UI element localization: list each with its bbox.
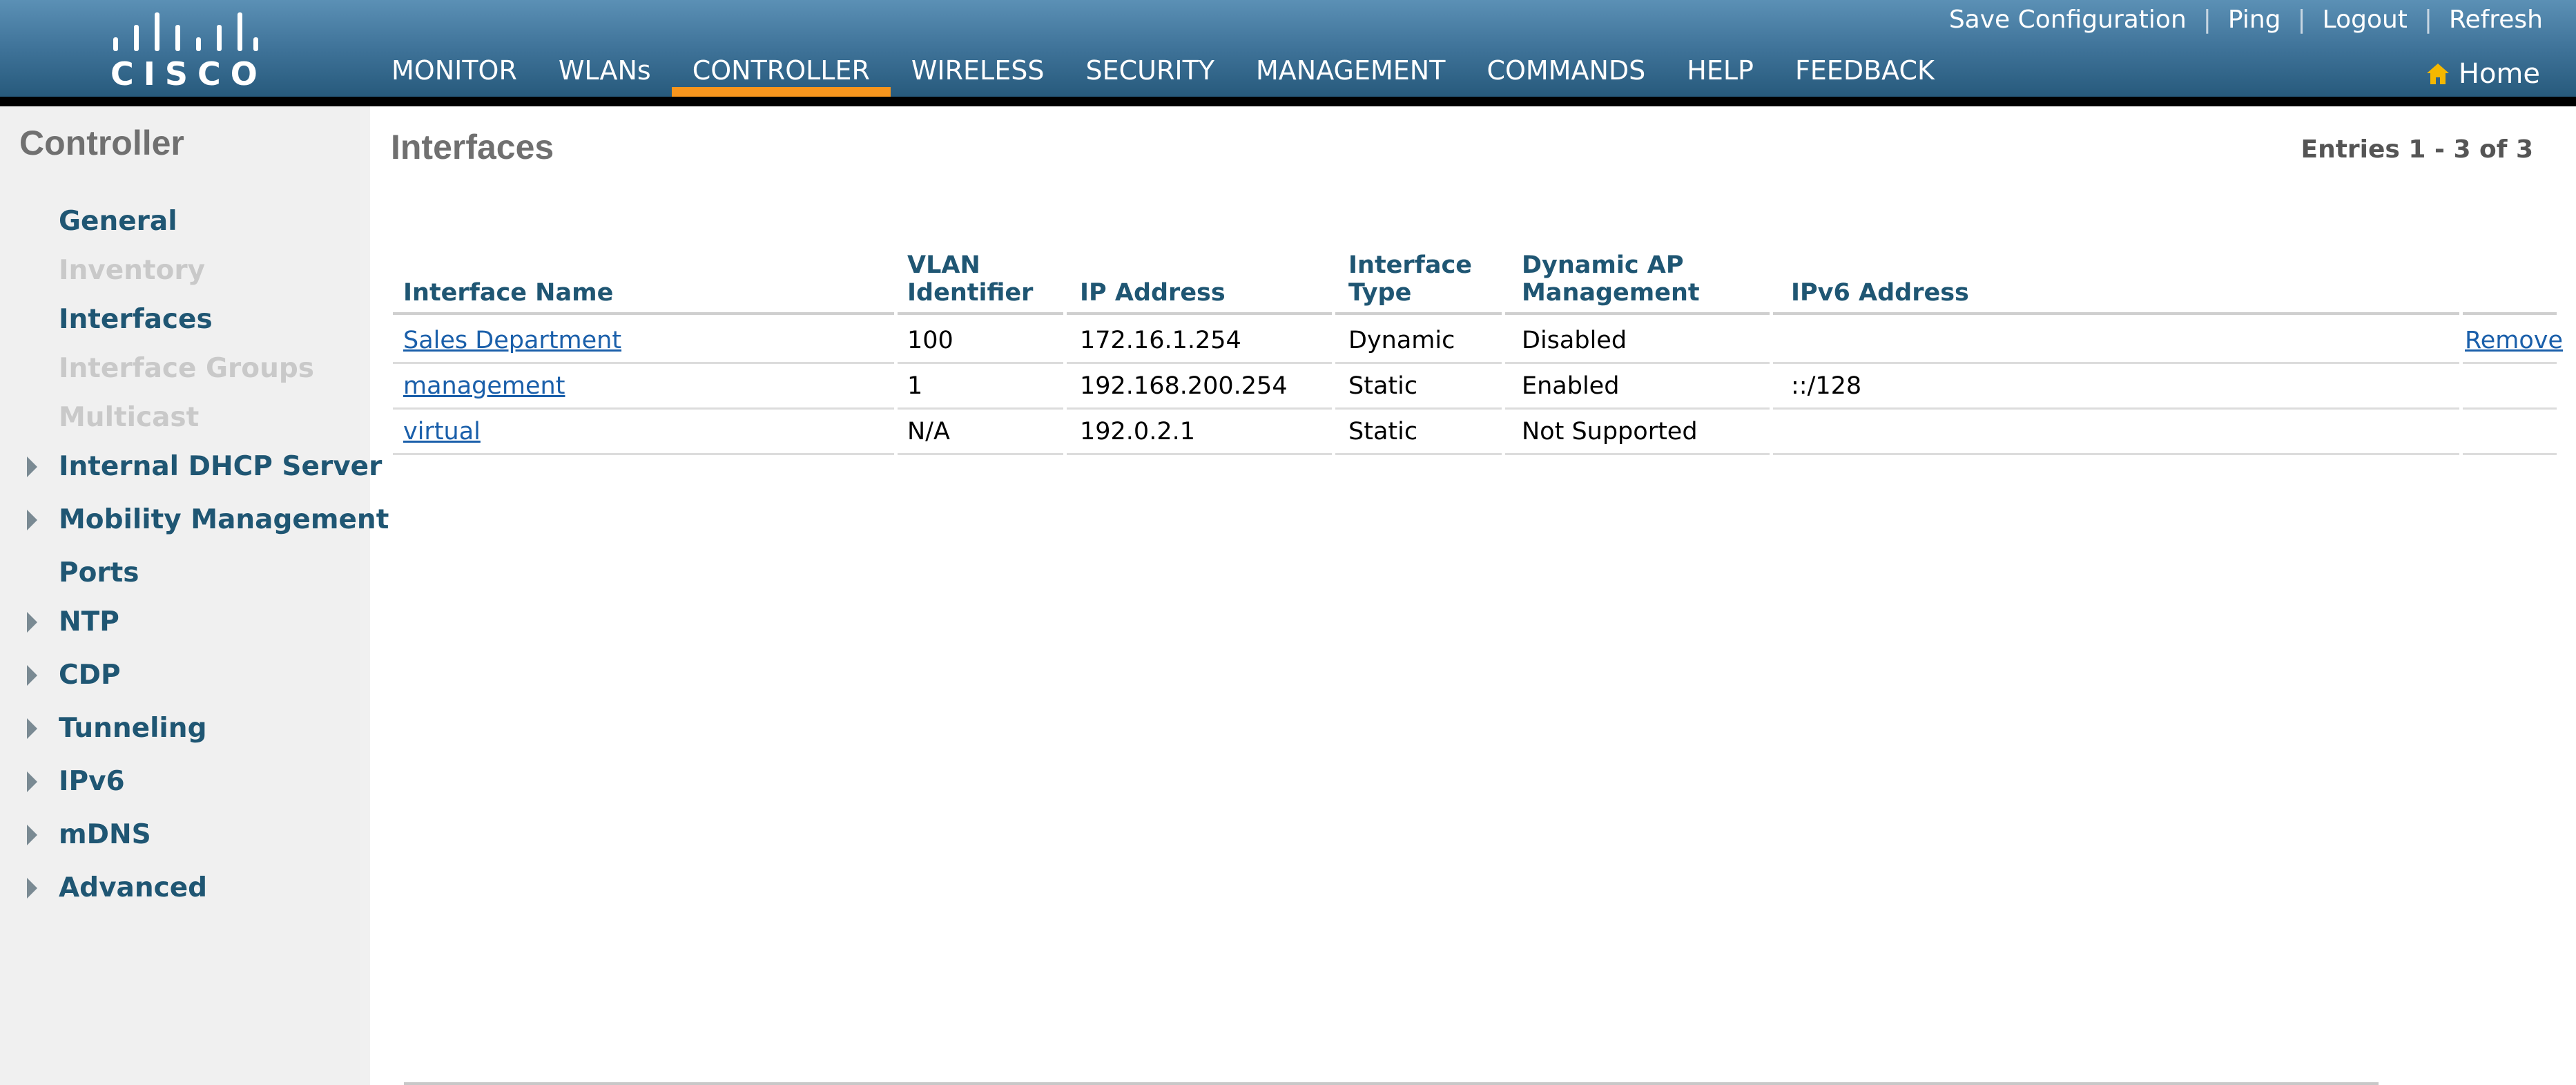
link-separator: | [2423,5,2433,34]
horizontal-scrollbar[interactable] [404,1082,2379,1085]
header-interface-type: Interface Type [1348,251,1472,307]
sidebar-item-interfaces[interactable]: Interfaces [59,304,213,335]
entries-count: Entries 1 - 3 of 3 [2301,135,2533,164]
nav-wireless[interactable]: WIRELESS [891,44,1065,97]
nav-monitor[interactable]: MONITOR [371,44,538,97]
table-row: Sales Department 100 172.16.1.254 Dynami… [393,318,2563,364]
header-underline [1067,312,1332,315]
header-interface-name: Interface Name [403,279,614,307]
expand-arrow-icon[interactable] [27,824,37,845]
row-divider [898,453,1063,455]
sidebar-item-cdp[interactable]: CDP [27,660,121,691]
main-navigation: MONITOR WLANs CONTROLLER WIRELESS SECURI… [371,44,1955,97]
sidebar-item-mdns[interactable]: mDNS [27,819,151,850]
ip-cell: 192.0.2.1 [1080,418,1195,445]
expand-arrow-icon[interactable] [27,664,37,686]
vlan-cell: 100 [907,327,953,354]
sidebar-item-advanced[interactable]: Advanced [27,872,207,903]
sidebar-item-tunneling[interactable]: Tunneling [27,713,206,744]
dynamic-ap-cell: Disabled [1522,327,1627,354]
sidebar-item-ntp[interactable]: NTP [27,606,119,637]
table-row: virtual N/A 192.0.2.1 Static Not Support… [393,409,2557,455]
ip-cell: 192.168.200.254 [1080,372,1288,400]
header-vlan-identifier: VLAN Identifier [907,251,1034,307]
home-link[interactable]: Home [2425,58,2540,90]
refresh-link[interactable]: Refresh [2449,6,2543,34]
home-icon [2426,64,2449,84]
type-cell: Dynamic [1348,327,1455,354]
nav-management[interactable]: MANAGEMENT [1235,44,1466,97]
ip-cell: 172.16.1.254 [1080,327,1241,354]
header-underline [393,312,894,315]
header-underline [1335,312,1502,315]
sidebar-item-interface-groups: Interface Groups [59,353,314,384]
nav-commands[interactable]: COMMANDS [1466,44,1666,97]
type-cell: Static [1348,418,1418,445]
expand-arrow-icon[interactable] [27,718,37,739]
link-separator: | [2297,5,2306,34]
remove-link[interactable]: Remove [2465,318,2563,363]
vlan-cell: N/A [907,418,950,445]
dynamic-ap-cell: Not Supported [1522,418,1698,445]
cisco-logo: CISCO [110,10,262,93]
sidebar-title: Controller [19,124,184,162]
sidebar-item-internal-dhcp-server[interactable]: Internal DHCP Server [27,451,382,482]
header-divider [0,97,2576,106]
header-underline [898,312,1063,315]
row-divider [2463,453,2557,455]
top-utility-links: Save Configuration | Ping | Logout | Ref… [1949,3,2543,36]
nav-security[interactable]: SECURITY [1065,44,1235,97]
top-header-bar: CISCO Save Configuration | Ping | Logout… [0,0,2576,97]
header-underline [2463,312,2557,315]
ping-link[interactable]: Ping [2228,6,2281,34]
expand-arrow-icon[interactable] [27,611,37,633]
link-separator: | [2202,5,2211,34]
sidebar-item-inventory: Inventory [59,255,206,286]
row-divider [1067,453,1332,455]
interface-name-link[interactable]: Sales Department [403,318,621,363]
sidebar: Controller General Inventory Interfaces … [0,106,389,1085]
home-label: Home [2458,58,2540,90]
vlan-cell: 1 [907,372,923,400]
expand-arrow-icon[interactable] [27,771,37,792]
expand-arrow-icon[interactable] [27,509,37,530]
save-configuration-link[interactable]: Save Configuration [1949,6,2187,34]
sidebar-item-general[interactable]: General [59,206,177,237]
cisco-logo-text: CISCO [110,55,267,93]
row-divider [1335,453,1502,455]
header-ip-address: IP Address [1080,279,1226,307]
sidebar-item-ports[interactable]: Ports [59,557,139,588]
expand-arrow-icon[interactable] [27,877,37,899]
sidebar-item-mobility-management[interactable]: Mobility Management [27,504,389,535]
nav-controller[interactable]: CONTROLLER [671,44,891,97]
nav-wlans[interactable]: WLANs [538,44,672,97]
interface-name-link[interactable]: management [403,363,565,409]
sidebar-item-multicast: Multicast [59,402,200,433]
cisco-logo-bars [110,10,262,51]
interface-name-link[interactable]: virtual [403,409,481,454]
page-title: Interfaces [391,128,554,166]
header-underline [1505,312,1770,315]
expand-arrow-icon[interactable] [27,456,37,477]
row-divider [1505,453,1770,455]
logout-link[interactable]: Logout [2323,6,2408,34]
row-divider [1773,453,2459,455]
header-dynamic-ap-management: Dynamic AP Management [1522,251,1700,307]
type-cell: Static [1348,372,1418,400]
header-ipv6-address: IPv6 Address [1791,279,1969,307]
row-divider [393,453,894,455]
ipv6-cell: ::/128 [1791,372,1862,400]
nav-feedback[interactable]: FEEDBACK [1774,44,1955,97]
nav-help[interactable]: HELP [1666,44,1774,97]
dynamic-ap-cell: Enabled [1522,372,1620,400]
sidebar-item-ipv6[interactable]: IPv6 [27,766,125,797]
table-row: management 1 192.168.200.254 Static Enab… [393,363,2557,410]
header-underline [1773,312,2459,315]
